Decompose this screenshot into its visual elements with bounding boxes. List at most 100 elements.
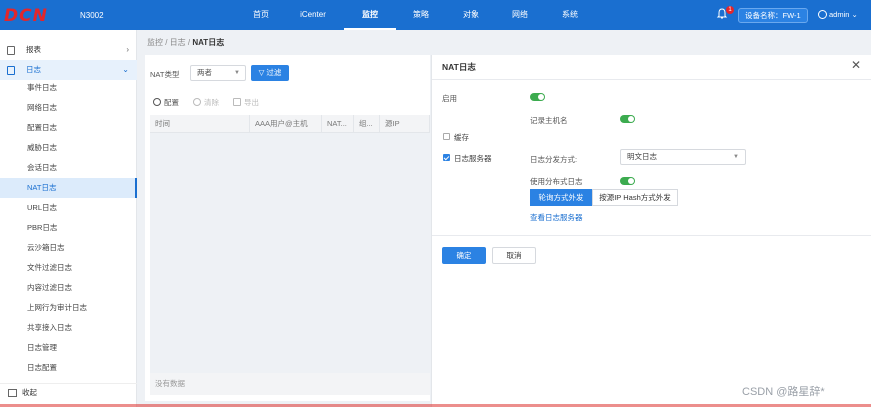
sidebar-subitem[interactable]: 威胁日志 (0, 138, 137, 158)
sidebar-subitem[interactable]: 上网行为审计日志 (0, 298, 137, 318)
export-label: 导出 (244, 97, 259, 107)
record-hostname-label: 记录主机名 (530, 116, 568, 125)
column-header[interactable]: 组... (354, 115, 380, 133)
dialog-title: NAT日志 (442, 62, 476, 72)
breadcrumb-current: NAT日志 (192, 38, 225, 47)
cache-checkbox[interactable] (443, 133, 450, 140)
dist-method-select[interactable]: 明文日志 ▼ (620, 149, 746, 165)
log-icon (7, 66, 15, 75)
nav-item[interactable]: iCenter (282, 0, 344, 30)
user-icon (818, 10, 827, 19)
sidebar: 报表 › 日志 ⌄ 事件日志网络日志配置日志威胁日志会话日志 NAT日志 URL日志… (0, 30, 137, 407)
chevron-down-icon: ⌄ (849, 10, 858, 19)
sidebar-subitem-label: 日志管理 (27, 343, 57, 352)
config-button[interactable]: 配置 (153, 96, 179, 108)
gear-icon (153, 98, 161, 106)
table-header: 时间 AAA用户@主机 NAT... 组... 源IP (150, 115, 430, 133)
sidebar-subitem[interactable]: 云沙箱日志 (0, 238, 137, 258)
round-robin-option[interactable]: 轮询方式外发 (530, 189, 592, 206)
nav-item[interactable]: 对象 (446, 0, 496, 30)
dialog-footer-divider (432, 235, 871, 236)
sidebar-subitem[interactable]: 会话日志 (0, 158, 137, 178)
sidebar-subitem-label: 配置日志 (27, 123, 57, 132)
hash-option[interactable]: 按源IP Hash方式外发 (592, 189, 678, 206)
ok-button[interactable]: 确定 (442, 247, 486, 264)
sidebar-subitem[interactable]: 文件过滤日志 (0, 258, 137, 278)
column-header[interactable]: 源IP (380, 115, 430, 133)
log-server-label: 日志服务器 (454, 154, 492, 163)
breadcrumb-path: 监控 / 日志 / (147, 38, 193, 47)
dist-method-label: 日志分发方式: (530, 155, 578, 164)
sidebar-group-logs[interactable]: 日志 ⌄ (0, 60, 137, 80)
column-header[interactable]: NAT... (322, 115, 354, 133)
nav-item[interactable]: 策略 (396, 0, 446, 30)
report-icon (7, 46, 15, 55)
user-menu[interactable]: admin ⌄ (818, 10, 858, 19)
column-header[interactable]: 时间 (150, 115, 250, 133)
caret-down-icon: ▼ (733, 154, 739, 160)
sidebar-subitem-label: NAT日志 (27, 183, 57, 192)
sidebar-subitem[interactable]: PBR日志 (0, 218, 137, 238)
nav-item[interactable]: 首页 (240, 0, 282, 30)
export-button[interactable]: 导出 (233, 96, 259, 108)
chevron-right-icon: › (126, 45, 129, 54)
sidebar-subitem-label: 事件日志 (27, 83, 57, 92)
clear-label: 清除 (204, 97, 219, 107)
nat-type-label: NAT类型 (150, 70, 180, 79)
view-log-servers-link[interactable]: 查看日志服务器 (530, 212, 583, 223)
enable-label: 启用 (442, 94, 457, 103)
dist-method-value: 明文日志 (627, 152, 657, 161)
export-icon (233, 98, 241, 106)
notification-badge: 1 (726, 6, 734, 14)
sidebar-subitem[interactable]: NAT日志 (0, 178, 137, 198)
sidebar-subitem-label: 网络日志 (27, 103, 57, 112)
dialog-divider (432, 79, 871, 80)
column-header[interactable]: AAA用户@主机 (250, 115, 322, 133)
use-distributed-label: 使用分布式日志 (530, 177, 583, 186)
cancel-button[interactable]: 取消 (492, 247, 536, 264)
nav-item[interactable]: 系统 (544, 0, 596, 30)
record-hostname-toggle[interactable] (620, 115, 635, 123)
collapse-sidebar-button[interactable]: 收起 (0, 383, 137, 401)
nav-item[interactable]: 网络 (496, 0, 544, 30)
main-nav: 首页 iCenter 监控 策略 对象 网络 系统 (240, 0, 596, 30)
filter-button-label: 过滤 (266, 68, 282, 77)
table-body (150, 133, 430, 373)
device-name-button[interactable]: 设备名称：FW-1 (738, 8, 808, 23)
sidebar-item-reports[interactable]: 报表 › (0, 40, 137, 60)
sidebar-subitem[interactable]: 内容过滤日志 (0, 278, 137, 298)
enable-toggle[interactable] (530, 93, 545, 101)
filter-button[interactable]: ▽ 过滤 (251, 65, 289, 81)
sidebar-subitem[interactable]: 网络日志 (0, 98, 137, 118)
nat-type-select[interactable]: 两者 ▼ (190, 65, 246, 81)
sidebar-subitem[interactable]: 日志管理 (0, 338, 137, 358)
sidebar-subitem[interactable]: 事件日志 (0, 78, 137, 98)
use-distributed-toggle[interactable] (620, 177, 635, 185)
close-icon[interactable]: ✕ (851, 58, 861, 72)
caret-down-icon: ▼ (234, 70, 240, 76)
sidebar-subitem[interactable]: 共享接入日志 (0, 318, 137, 338)
sidebar-subitem-label: PBR日志 (27, 223, 58, 232)
sidebar-subitem-label: 内容过滤日志 (27, 283, 72, 292)
sidebar-subitem-label: 上网行为审计日志 (27, 303, 87, 312)
nat-log-dialog: NAT日志 ✕ 启用 记录主机名 缓存 日志服务器 日志分发方式: 明文日志 ▼… (431, 55, 871, 407)
table-toolbar: 配置 清除 导出 (153, 96, 273, 108)
log-table-panel: NAT类型 两者 ▼ ▽ 过滤 配置 清除 导出 时间 AAA用户@主机 NAT..… (145, 55, 430, 401)
sidebar-subitem[interactable]: URL日志 (0, 198, 137, 218)
sidebar-item-label: 日志 (26, 65, 41, 74)
sidebar-subitem-label: 会话日志 (27, 163, 57, 172)
sidebar-subitem[interactable]: 日志配置 (0, 358, 137, 378)
sidebar-subitem-label: 云沙箱日志 (27, 243, 65, 252)
collapse-label: 收起 (22, 388, 37, 397)
collapse-icon (8, 389, 17, 397)
top-nav-bar: DCN N3002 首页 iCenter 监控 策略 对象 网络 系统 1 设备名称：FW-… (0, 0, 871, 30)
sidebar-item-label: 报表 (26, 45, 41, 54)
log-server-checkbox[interactable] (443, 154, 450, 161)
nat-type-value: 两者 (197, 68, 212, 77)
breadcrumb: 监控 / 日志 / NAT日志 (147, 37, 224, 48)
sidebar-subitem[interactable]: 配置日志 (0, 118, 137, 138)
nav-item[interactable]: 监控 (344, 0, 396, 30)
clear-button[interactable]: 清除 (193, 96, 219, 108)
chevron-down-icon: ⌄ (122, 65, 129, 74)
config-label: 配置 (164, 97, 179, 107)
